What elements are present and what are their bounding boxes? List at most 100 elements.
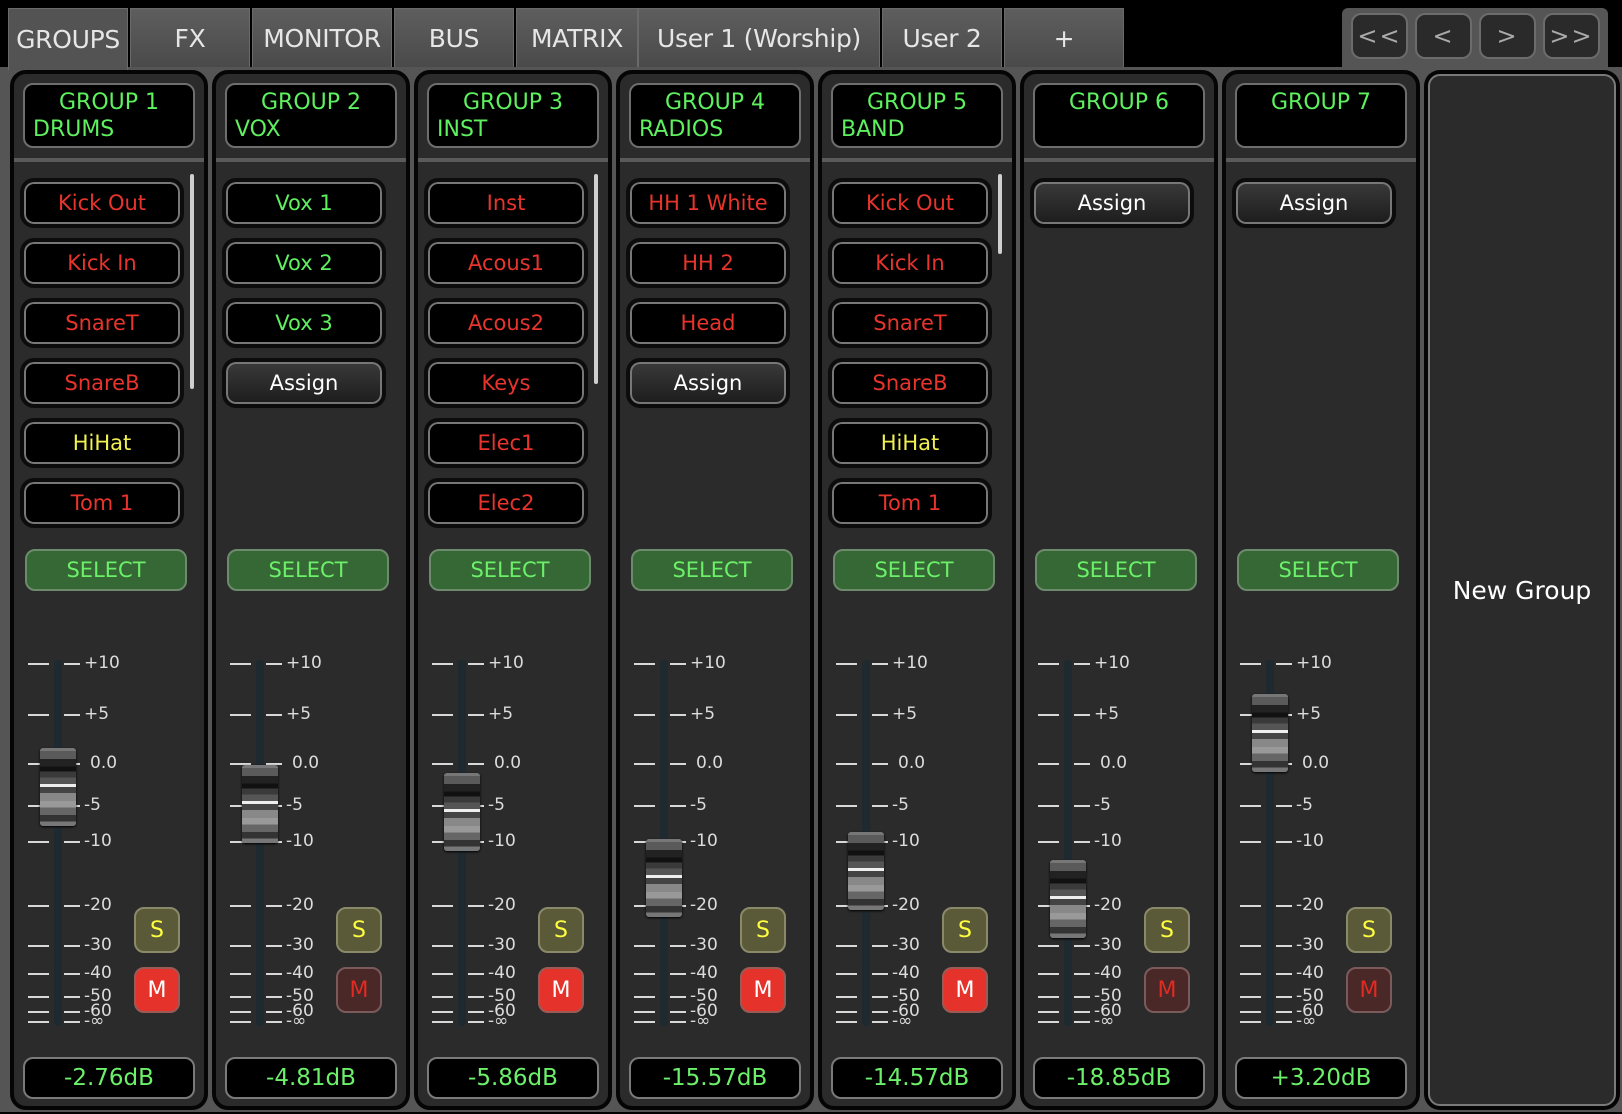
scale-tick [634, 763, 655, 765]
scale-label: 0.0 [90, 753, 118, 773]
nav-prev-button[interactable]: < [1415, 13, 1472, 59]
scale-label: -5 [1094, 795, 1111, 815]
mute-button[interactable]: M [942, 967, 988, 1013]
mute-button[interactable]: M [740, 967, 786, 1013]
scale-tick [468, 905, 484, 907]
new-group-button[interactable]: New Group [1428, 74, 1616, 1106]
scale-label: -30 [1296, 935, 1324, 955]
mute-button[interactable]: M [1144, 967, 1190, 1013]
mute-button[interactable]: M [1346, 967, 1392, 1013]
scale-tick [1240, 945, 1261, 947]
scale-tick [670, 996, 686, 998]
scale-tick [836, 663, 857, 665]
solo-button[interactable]: S [538, 907, 584, 953]
scale-tick [1038, 996, 1059, 998]
tab-user-1-worship[interactable]: User 1 (Worship) [638, 8, 880, 67]
scale-tick [670, 945, 686, 947]
scale-label: -40 [892, 963, 920, 983]
scale-tick [836, 1011, 857, 1013]
scale-tick [836, 973, 857, 975]
scale-tick [1240, 905, 1261, 907]
scale-label: -∞ [1094, 1011, 1115, 1031]
fader-handle[interactable] [848, 832, 884, 911]
scale-label: -30 [84, 935, 112, 955]
scale-tick [872, 945, 888, 947]
scale-tick [432, 714, 453, 716]
scale-tick [28, 996, 49, 998]
level-readout: -14.57dB [831, 1057, 1003, 1099]
scale-tick [1074, 1021, 1090, 1023]
scale-label: -40 [1296, 963, 1324, 983]
new-group-panel: New Group [1424, 70, 1620, 1110]
solo-button[interactable]: S [134, 907, 180, 953]
solo-button[interactable]: S [1144, 907, 1190, 953]
fader-handle[interactable] [1050, 859, 1086, 938]
scale-label: -∞ [1296, 1011, 1317, 1031]
tab-add[interactable]: + [1004, 8, 1124, 67]
tab-monitor[interactable]: MONITOR [252, 8, 392, 67]
scale-tick [432, 763, 453, 765]
tab-matrix[interactable]: MATRIX [516, 8, 638, 67]
scale-tick [670, 1011, 686, 1013]
tab-fx[interactable]: FX [130, 8, 250, 67]
scale-tick [1074, 996, 1090, 998]
scale-label: -40 [84, 963, 112, 983]
scale-tick [1276, 945, 1292, 947]
mute-button[interactable]: M [336, 967, 382, 1013]
scale-tick [432, 905, 453, 907]
nav-next-button[interactable]: > [1479, 13, 1536, 59]
nav-last-button[interactable]: >> [1543, 13, 1600, 59]
solo-button[interactable]: S [1346, 907, 1392, 953]
mute-button[interactable]: M [538, 967, 584, 1013]
tab-bus[interactable]: BUS [394, 8, 514, 67]
solo-button[interactable]: S [336, 907, 382, 953]
tab-user-2[interactable]: User 2 [882, 8, 1002, 67]
solo-button[interactable]: S [740, 907, 786, 953]
scale-tick [230, 1021, 251, 1023]
scale-tick [468, 1011, 484, 1013]
scale-tick [266, 1021, 282, 1023]
scale-label: 0.0 [1302, 753, 1330, 773]
scale-tick [872, 996, 888, 998]
scale-tick [230, 663, 251, 665]
tab-groups[interactable]: GROUPS [8, 8, 128, 70]
scale-tick [1074, 714, 1090, 716]
scale-tick [468, 945, 484, 947]
level-readout: -2.76dB [23, 1057, 195, 1099]
level-readout: +3.20dB [1235, 1057, 1407, 1099]
fader-handle[interactable] [242, 765, 278, 844]
fader-handle[interactable] [646, 838, 682, 917]
scale-tick [1038, 663, 1059, 665]
scale-tick [836, 805, 857, 807]
scale-tick [670, 973, 686, 975]
fader-track[interactable] [1064, 660, 1072, 1026]
scale-tick [872, 663, 888, 665]
scale-tick [1074, 945, 1090, 947]
scale-tick [1038, 714, 1059, 716]
scale-tick [634, 805, 655, 807]
scale-label: +5 [84, 704, 110, 724]
scale-label: -10 [690, 831, 718, 851]
solo-button[interactable]: S [942, 907, 988, 953]
scale-tick [28, 841, 49, 843]
scale-tick [230, 945, 251, 947]
scale-label: -40 [286, 963, 314, 983]
fader-handle[interactable] [444, 773, 480, 852]
scale-tick [64, 945, 80, 947]
fader-handle[interactable] [1252, 693, 1288, 772]
group-strip: GROUP 1 DRUMS Kick Out Kick In SnareT SnareB H… [10, 70, 208, 1110]
scale-label: -10 [84, 831, 112, 851]
mute-button[interactable]: M [134, 967, 180, 1013]
scale-label: +5 [488, 704, 514, 724]
nav-first-button[interactable]: << [1351, 13, 1408, 59]
scale-tick [266, 1011, 282, 1013]
scale-tick [1240, 805, 1261, 807]
fader-track[interactable] [54, 660, 62, 1026]
scale-label: -40 [690, 963, 718, 983]
page-nav: << < > >> [1342, 8, 1608, 70]
scale-tick [1240, 841, 1261, 843]
scale-tick [872, 1011, 888, 1013]
scale-tick [230, 714, 251, 716]
scale-tick [872, 805, 888, 807]
fader-handle[interactable] [40, 748, 76, 827]
